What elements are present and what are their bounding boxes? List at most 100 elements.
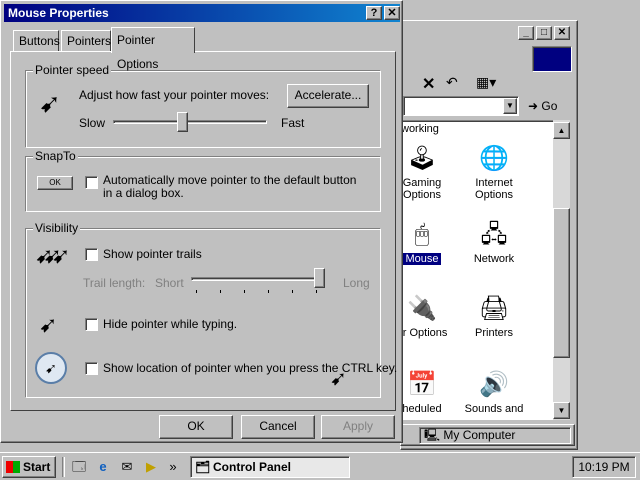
computer-icon: 🖳 xyxy=(424,428,441,442)
taskbar-item-control-panel[interactable]: 🗂 Control Panel xyxy=(190,456,350,478)
status-panel: 🖳 My Computer xyxy=(419,427,571,444)
minimize-button[interactable]: _ xyxy=(518,26,534,40)
snapto-sample-label: OK xyxy=(49,178,61,187)
snapto-text: Automatically move pointer to the defaul… xyxy=(103,173,357,200)
taskbar-item-label: Control Panel xyxy=(213,460,292,474)
scroll-thumb[interactable] xyxy=(553,208,570,358)
go-button[interactable]: ➜ Go xyxy=(528,97,572,117)
trail-slider-tick xyxy=(268,290,269,293)
pointer-location-icon: ➹ xyxy=(35,352,67,384)
tab-panel: Pointer speed ➹ Adjust how fast your poi… xyxy=(10,51,398,411)
group-frame xyxy=(25,70,381,148)
item-printers[interactable]: 🖨 Printers xyxy=(459,293,529,339)
item-sounds[interactable]: 🔊 Sounds and xyxy=(459,369,529,415)
item-gaming-label: Gaming Options xyxy=(402,177,442,201)
joystick-icon: 🕹 xyxy=(406,145,438,172)
maximize-button[interactable]: □ xyxy=(536,26,552,40)
address-bar[interactable] xyxy=(403,96,519,116)
toolbar-views-icon[interactable]: ▦▾ xyxy=(476,74,496,91)
fast-label: Fast xyxy=(281,116,305,130)
scroll-down-button[interactable]: ▼ xyxy=(553,402,570,419)
control-panel-icon: 🗂 xyxy=(195,460,211,474)
speed-slider-thumb[interactable] xyxy=(177,112,189,132)
power-icon: 🔌 xyxy=(407,295,437,322)
vertical-scrollbar[interactable]: ▲ ▼ xyxy=(553,120,570,420)
tab-pointers[interactable]: Pointers xyxy=(61,30,111,52)
start-button[interactable]: Start xyxy=(2,456,56,478)
go-label: Go xyxy=(541,99,558,113)
close-button[interactable]: ✕ xyxy=(554,26,570,40)
group-legend: SnapTo xyxy=(33,149,78,163)
trail-slider-thumb[interactable] xyxy=(314,268,325,288)
scheduled-tasks-icon: 📅 xyxy=(407,371,437,398)
item-networking-label: working xyxy=(401,123,439,135)
go-arrow-icon: ➜ xyxy=(528,99,539,113)
hide-pointer-text: Hide pointer while typing. xyxy=(103,317,238,331)
printer-icon: 🖨 xyxy=(478,295,510,322)
toolbar-delete-icon[interactable]: ✕ xyxy=(422,74,435,94)
dialog-title: Mouse Properties xyxy=(8,6,109,20)
outlook-express-icon[interactable]: ✉ xyxy=(118,459,136,475)
snapto-checkbox[interactable] xyxy=(85,176,98,189)
control-panel-caption-buttons: _ □ ✕ xyxy=(518,26,574,42)
address-dropdown-button[interactable]: ▼ xyxy=(503,98,517,114)
slow-label: Slow xyxy=(79,116,106,130)
item-internet-options[interactable]: 🌐 Internet Options xyxy=(459,143,529,201)
dialog-titlebar[interactable]: Mouse Properties ? ✕ xyxy=(4,4,400,22)
speaker-icon: 🔊 xyxy=(479,371,509,398)
item-sounds-label: Sounds and xyxy=(464,403,524,415)
item-networking[interactable]: working xyxy=(401,123,447,135)
item-power-label: er Options xyxy=(396,327,448,339)
trail-slider-tick xyxy=(196,290,197,293)
internet-explorer-icon[interactable]: e xyxy=(94,459,112,475)
show-desktop-icon[interactable]: 🗔 xyxy=(70,459,88,475)
pointer-trails-icon: ➹➹➹ xyxy=(35,243,70,268)
item-network-label: Network xyxy=(473,253,515,265)
quicklaunch-divider xyxy=(62,457,65,477)
apply-button[interactable]: Apply xyxy=(321,415,395,439)
trail-slider-tick xyxy=(316,290,317,293)
start-label: Start xyxy=(23,460,51,474)
snapto-sample-ok-icon: OK xyxy=(37,176,73,190)
pointer-trails-checkbox[interactable] xyxy=(85,248,98,261)
globe-icon: 🌐 xyxy=(479,145,509,172)
help-button[interactable]: ? xyxy=(366,6,382,20)
media-player-icon[interactable]: ▶ xyxy=(142,459,160,475)
status-text: My Computer xyxy=(443,428,516,442)
ok-button[interactable]: OK xyxy=(159,415,233,439)
trail-long-label: Long xyxy=(343,276,370,290)
accelerate-button[interactable]: Accelerate... xyxy=(287,84,369,108)
group-legend: Visibility xyxy=(33,221,81,235)
pointer-trails-text: Show pointer trails xyxy=(103,247,202,261)
control-panel-icon-view: working 🕹 Gaming Options 🌐 Internet Opti… xyxy=(396,120,570,420)
trail-length-label: Trail length: xyxy=(83,276,146,290)
taskbar: Start 🗔 e ✉ ▶ » 🗂 Control Panel 10:19 PM xyxy=(0,452,640,480)
speed-slider-track xyxy=(113,120,267,124)
ctrl-location-text: Show location of pointer when you press … xyxy=(103,361,398,375)
mouse-icon: 🖱 xyxy=(414,221,430,248)
clock[interactable]: 10:19 PM xyxy=(578,460,629,474)
ctrl-location-checkbox[interactable] xyxy=(85,362,98,375)
tab-buttons[interactable]: Buttons xyxy=(13,30,60,52)
system-tray: 10:19 PM xyxy=(572,456,636,478)
group-legend: Pointer speed xyxy=(33,63,112,77)
hide-pointer-checkbox[interactable] xyxy=(85,318,98,331)
pointer-speed-icon: ➹ xyxy=(39,88,61,118)
scroll-up-button[interactable]: ▲ xyxy=(553,122,570,139)
cancel-button[interactable]: Cancel xyxy=(241,415,315,439)
toolbar-undo-icon[interactable]: ↶ xyxy=(446,74,458,91)
pointer-speed-group: Pointer speed ➹ Adjust how fast your poi… xyxy=(25,63,381,148)
trail-short-label: Short xyxy=(155,276,184,290)
item-network[interactable]: 🖧 Network xyxy=(459,219,529,265)
item-printers-label: Printers xyxy=(475,327,513,339)
tab-pointer-options[interactable]: Pointer Options xyxy=(111,27,195,71)
trail-slider-track xyxy=(191,277,325,281)
snapto-group: SnapTo OK Automatically move pointer to … xyxy=(25,149,381,212)
trail-slider-tick xyxy=(244,290,245,293)
quicklaunch-more-icon[interactable]: » xyxy=(164,459,182,475)
hide-pointer-icon: ➹ xyxy=(39,312,58,337)
close-button[interactable]: ✕ xyxy=(384,6,400,20)
item-scheduled-label: heduled xyxy=(402,403,442,415)
network-icon: 🖧 xyxy=(480,221,508,248)
trail-slider-tick xyxy=(220,290,221,293)
